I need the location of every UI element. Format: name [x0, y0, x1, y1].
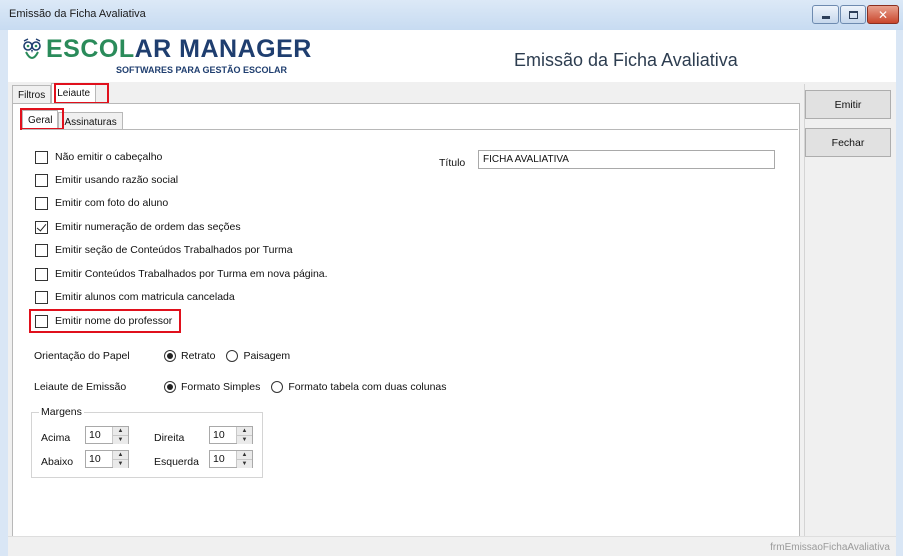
spinner-value[interactable]: 10 — [86, 451, 112, 467]
abaixo-label: Abaixo — [41, 456, 74, 468]
esquerda-label: Esquerda — [154, 456, 199, 468]
titulo-input[interactable]: FICHA AVALIATIVA — [478, 150, 775, 169]
checkbox[interactable] — [35, 290, 48, 304]
spinner-value[interactable]: 10 — [86, 427, 112, 443]
option-nao-emitir-cabecalho[interactable]: Não emitir o cabeçalho — [35, 150, 162, 164]
option-label: Emitir numeração de ordem das seções — [55, 221, 241, 233]
margens-groupbox: Margens Acima 10 ▲ ▼ Abaixo 10 ▲ ▼ Direita… — [31, 406, 263, 478]
tab-geral[interactable]: Geral — [22, 110, 59, 131]
acima-label: Acima — [41, 432, 71, 444]
radio-formato-tabela[interactable]: Formato tabela com duas colunas — [271, 381, 447, 393]
option-nome-professor[interactable]: Emitir nome do professor — [35, 314, 172, 328]
page-title: Emissão da Ficha Avaliativa — [514, 50, 738, 70]
checkbox[interactable] — [35, 173, 48, 187]
tab-filtros[interactable]: Filtros — [12, 85, 52, 104]
title-bar[interactable]: Emissão da Ficha Avaliativa ✕ — [0, 0, 903, 30]
spinner-value[interactable]: 10 — [210, 451, 236, 467]
leiaute-emissao-radio-group: Formato Simples Formato tabela com duas … — [164, 380, 458, 394]
geral-tab-panel — [22, 129, 798, 555]
radio-button[interactable] — [271, 381, 284, 393]
fechar-button[interactable]: Fechar — [805, 128, 891, 157]
maximize-button[interactable] — [840, 5, 866, 24]
radio-label: Formato tabela com duas colunas — [288, 381, 447, 393]
orientacao-label: Orientação do Papel — [34, 350, 130, 362]
margens-title: Margens — [39, 406, 84, 418]
radio-button[interactable] — [164, 350, 176, 362]
outer-tab-strip: Filtros Leiaute — [12, 83, 97, 104]
acima-spinner[interactable]: 10 ▲ ▼ — [85, 426, 129, 444]
option-label: Não emitir o cabeçalho — [55, 151, 163, 163]
checkbox[interactable] — [35, 243, 48, 257]
option-secao-conteudos[interactable]: Emitir seção de Conteúdos Trabalhados po… — [35, 243, 293, 257]
leiaute-emissao-label: Leiaute de Emissão — [34, 381, 127, 393]
spinner-arrows[interactable]: ▲ ▼ — [112, 451, 128, 468]
radio-button[interactable] — [226, 350, 239, 362]
spinner-arrows[interactable]: ▲ ▼ — [112, 427, 128, 444]
owl-logo-icon — [23, 38, 41, 59]
form-name-label: frmEmissaoFichaAvaliativa — [770, 542, 890, 553]
application-window: Emissão da Ficha Avaliativa ✕ ESCOLAR MA… — [0, 0, 903, 556]
radio-retrato[interactable]: Retrato — [164, 350, 215, 362]
spinner-arrows[interactable]: ▲ ▼ — [236, 427, 252, 444]
abaixo-spinner[interactable]: 10 ▲ ▼ — [85, 450, 129, 468]
option-label: Emitir nome do professor — [55, 315, 173, 327]
checkbox[interactable] — [35, 196, 48, 210]
client-area: ESCOLAR MANAGER SOFTWARES PARA GESTÃO ES… — [8, 30, 896, 556]
option-label: Emitir seção de Conteúdos Trabalhados po… — [55, 244, 293, 256]
down-arrow-icon[interactable]: ▼ — [237, 435, 252, 444]
option-label: Emitir alunos com matricula cancelada — [55, 291, 235, 303]
titulo-label: Título — [439, 157, 466, 169]
checkbox[interactable] — [35, 150, 48, 164]
logo-text: ESCOLAR MANAGER — [46, 35, 312, 63]
orientacao-radio-group: Retrato Paisagem — [164, 349, 301, 363]
down-arrow-icon[interactable]: ▼ — [237, 459, 252, 468]
radio-button[interactable] — [164, 381, 176, 393]
close-button[interactable]: ✕ — [867, 5, 899, 24]
radio-label: Retrato — [181, 350, 216, 362]
up-arrow-icon[interactable]: ▲ — [113, 427, 128, 435]
radio-formato-simples[interactable]: Formato Simples — [164, 381, 260, 393]
checkbox[interactable] — [35, 314, 48, 328]
option-numeracao-ordem[interactable]: Emitir numeração de ordem das seções — [35, 220, 241, 234]
down-arrow-icon[interactable]: ▼ — [113, 459, 128, 468]
tab-leiaute[interactable]: Leiaute — [51, 83, 97, 104]
checkbox[interactable] — [35, 220, 48, 234]
checkbox[interactable] — [35, 267, 48, 281]
window-title: Emissão da Ficha Avaliativa — [9, 8, 146, 20]
option-label: Emitir usando razão social — [55, 174, 179, 186]
option-foto-aluno[interactable]: Emitir com foto do aluno — [35, 196, 168, 210]
minimize-button[interactable] — [812, 5, 839, 24]
direita-label: Direita — [154, 432, 185, 444]
spinner-value[interactable]: 10 — [210, 427, 236, 443]
option-label: Emitir com foto do aluno — [55, 197, 169, 209]
option-label: Emitir Conteúdos Trabalhados por Turma e… — [55, 268, 328, 280]
status-bar: frmEmissaoFichaAvaliativa — [8, 536, 896, 556]
option-razao-social[interactable]: Emitir usando razão social — [35, 173, 178, 187]
action-panel: Emitir Fechar — [804, 84, 896, 556]
down-arrow-icon[interactable]: ▼ — [113, 435, 128, 444]
up-arrow-icon[interactable]: ▲ — [237, 427, 252, 435]
radio-label: Paisagem — [243, 350, 291, 362]
option-conteudos-nova-pagina[interactable]: Emitir Conteúdos Trabalhados por Turma e… — [35, 267, 328, 281]
logo-subtitle: SOFTWARES PARA GESTÃO ESCOLAR — [116, 65, 288, 75]
minimize-icon — [821, 15, 830, 19]
close-icon: ✕ — [877, 7, 889, 22]
emitir-button[interactable]: Emitir — [805, 90, 891, 119]
up-arrow-icon[interactable]: ▲ — [113, 451, 128, 459]
up-arrow-icon[interactable]: ▲ — [237, 451, 252, 459]
spinner-arrows[interactable]: ▲ ▼ — [236, 451, 252, 468]
inner-tab-strip: Geral Assinaturas — [22, 110, 123, 131]
direita-spinner[interactable]: 10 ▲ ▼ — [209, 426, 253, 444]
radio-paisagem[interactable]: Paisagem — [226, 350, 290, 362]
esquerda-spinner[interactable]: 10 ▲ ▼ — [209, 450, 253, 468]
option-matricula-cancelada[interactable]: Emitir alunos com matricula cancelada — [35, 290, 235, 304]
maximize-icon — [848, 10, 858, 19]
leiaute-tab-panel: Geral Assinaturas — [12, 103, 800, 556]
radio-label: Formato Simples — [181, 381, 261, 393]
header-banner: ESCOLAR MANAGER SOFTWARES PARA GESTÃO ES… — [8, 30, 896, 82]
